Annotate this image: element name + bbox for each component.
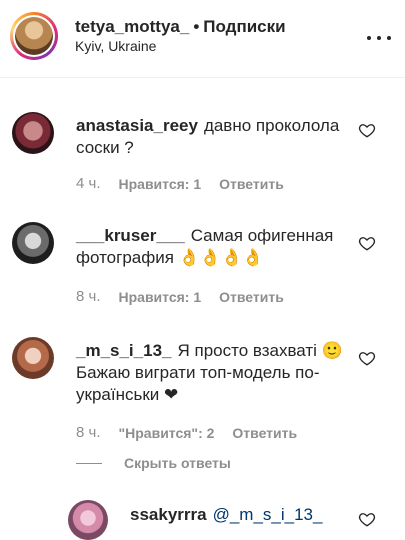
comment-username[interactable]: anastasia_reey	[76, 116, 198, 135]
reply-username[interactable]: ssakyrrra	[130, 505, 207, 524]
comment-likes[interactable]: Нравится: 1	[119, 289, 202, 305]
comment-avatar[interactable]	[12, 337, 54, 379]
reply-mention[interactable]: @_m_s_i_13_	[213, 505, 323, 524]
comment-username[interactable]: _m_s_i_13_	[76, 341, 171, 360]
comment-meta: 8 ч. "Нравится": 2 Ответить	[76, 424, 297, 441]
header-username-row: tetya_mottya_ • Подписки	[75, 17, 286, 37]
reply-button[interactable]: Ответить	[232, 425, 297, 441]
comment-text: anastasia_reey давно проколола соски ?	[76, 115, 348, 159]
hide-replies-line	[76, 462, 102, 464]
reply-button[interactable]: Ответить	[219, 176, 284, 192]
post-header: tetya_mottya_ • Подписки Kyiv, Ukraine	[0, 0, 405, 78]
header-separator: •	[193, 17, 200, 36]
comment-text: ___kruser___ Самая офигенная фотография 👌…	[76, 225, 348, 269]
profile-avatar[interactable]	[10, 12, 58, 60]
hide-replies-button[interactable]: Скрыть ответы	[76, 455, 231, 471]
heart-icon[interactable]	[358, 349, 376, 367]
more-icon[interactable]	[367, 26, 391, 50]
header-location[interactable]: Kyiv, Ukraine	[75, 38, 156, 54]
comment-time[interactable]: 4 ч.	[76, 175, 101, 192]
reply-button[interactable]: Ответить	[219, 289, 284, 305]
reply-avatar[interactable]	[68, 500, 108, 540]
heart-icon[interactable]	[358, 510, 376, 528]
heart-icon[interactable]	[358, 234, 376, 252]
comment-likes[interactable]: Нравится: 1	[119, 176, 202, 192]
header-username[interactable]: tetya_mottya_	[75, 17, 189, 36]
comment-avatar[interactable]	[12, 112, 54, 154]
avatar-image	[15, 17, 53, 55]
comment-text: _m_s_i_13_ Я просто взахваті 🙂 Бажаю вигр…	[76, 340, 348, 406]
comment-avatar[interactable]	[12, 222, 54, 264]
comment-likes[interactable]: "Нравится": 2	[119, 425, 215, 441]
comment-time[interactable]: 8 ч.	[76, 288, 101, 305]
reply-text: ssakyrrra @_m_s_i_13_	[130, 504, 350, 526]
heart-icon[interactable]	[358, 121, 376, 139]
hide-replies-label: Скрыть ответы	[124, 455, 231, 471]
comment-meta: 4 ч. Нравится: 1 Ответить	[76, 175, 284, 192]
follow-button[interactable]: Подписки	[203, 17, 285, 36]
comment-username[interactable]: ___kruser___	[76, 226, 185, 245]
comment-time[interactable]: 8 ч.	[76, 424, 101, 441]
comment-meta: 8 ч. Нравится: 1 Ответить	[76, 288, 284, 305]
